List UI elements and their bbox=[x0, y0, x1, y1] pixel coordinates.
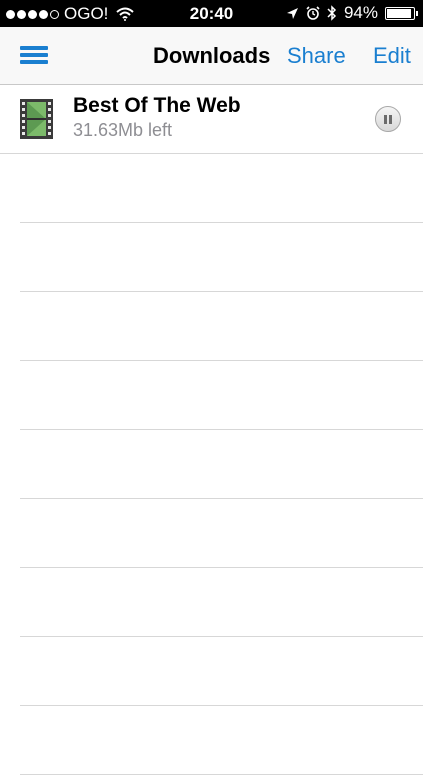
empty-row bbox=[20, 430, 423, 499]
empty-row bbox=[20, 361, 423, 430]
download-title: Best Of The Web bbox=[73, 94, 241, 117]
share-button[interactable]: Share bbox=[287, 43, 346, 69]
battery-percentage: 94% bbox=[343, 3, 378, 22]
empty-row bbox=[20, 706, 423, 775]
edit-button[interactable]: Edit bbox=[373, 43, 411, 69]
empty-row bbox=[20, 568, 423, 637]
empty-row bbox=[20, 292, 423, 361]
menu-icon[interactable] bbox=[20, 46, 48, 64]
status-right: 94% bbox=[286, 3, 418, 23]
pause-icon[interactable] bbox=[375, 106, 401, 132]
list-item[interactable]: Best Of The Web 31.63Mb left bbox=[0, 85, 423, 154]
film-icon bbox=[20, 99, 53, 139]
empty-row bbox=[20, 637, 423, 706]
navigation-bar: Downloads Share Edit bbox=[0, 27, 423, 85]
location-arrow-icon bbox=[286, 7, 298, 19]
empty-row bbox=[20, 223, 423, 292]
empty-row bbox=[20, 154, 423, 223]
alarm-clock-icon bbox=[306, 6, 320, 20]
status-bar: OGO! 20:40 94% bbox=[0, 0, 423, 27]
download-status: 31.63Mb left bbox=[73, 120, 173, 140]
empty-row bbox=[20, 499, 423, 568]
battery-icon bbox=[385, 6, 418, 20]
page-title: Downloads bbox=[153, 43, 271, 68]
downloads-list: Best Of The Web 31.63Mb left bbox=[0, 85, 423, 775]
bluetooth-icon bbox=[327, 5, 337, 21]
